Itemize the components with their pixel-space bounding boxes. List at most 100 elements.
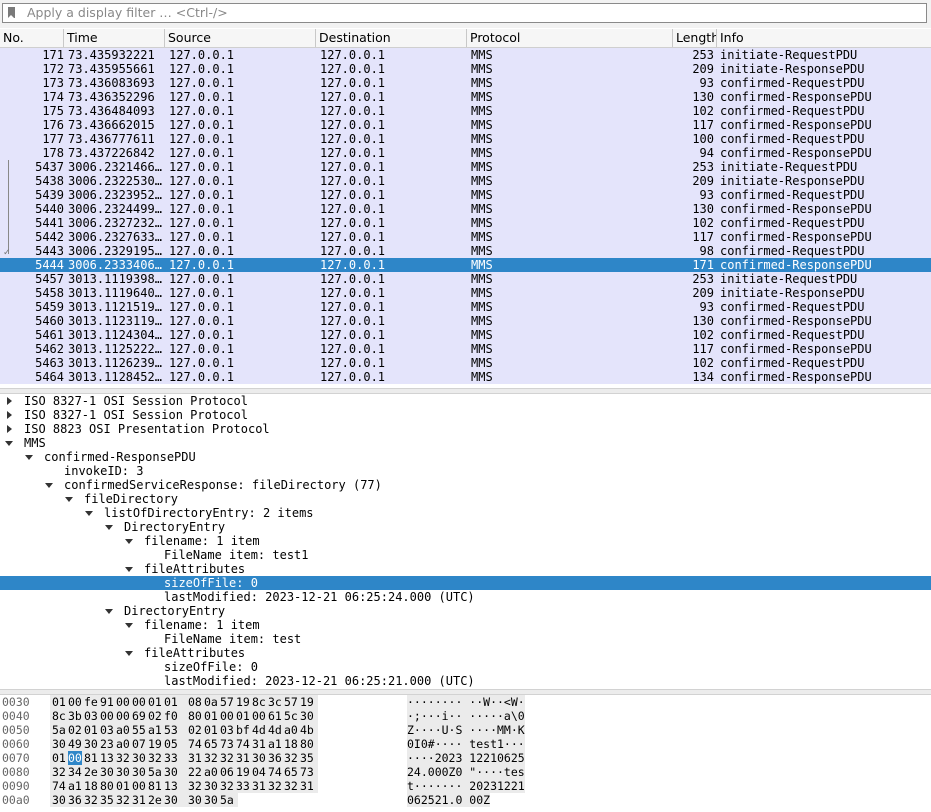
hex-byte[interactable]: 19	[148, 737, 162, 751]
hex-byte[interactable]: 61	[268, 709, 282, 723]
packet-row[interactable]: 5463 3013.1126239… 127.0.0.1 127.0.0.1 MMS 10…	[0, 356, 931, 370]
hex-byte[interactable]: 30	[204, 793, 218, 807]
hex-byte[interactable]: 32	[284, 751, 298, 765]
column-header-protocol[interactable]: Protocol	[467, 29, 673, 47]
expand-arrow-down-icon[interactable]	[124, 562, 134, 576]
hex-byte[interactable]: 03	[84, 709, 98, 723]
hex-byte[interactable]: 32	[52, 765, 66, 779]
tree-item[interactable]: FileName item: test1	[0, 548, 931, 562]
hex-byte[interactable]: a1	[68, 779, 82, 793]
hex-byte[interactable]: 53	[164, 723, 178, 737]
hex-byte[interactable]: 31	[252, 779, 266, 793]
hex-byte[interactable]: 8c	[252, 695, 266, 709]
hex-byte[interactable]: 01	[116, 779, 130, 793]
hex-byte[interactable]: 33	[164, 751, 178, 765]
hex-byte[interactable]: 4d	[268, 723, 282, 737]
tree-item[interactable]: FileName item: test	[0, 632, 931, 646]
packet-row[interactable]: 172 73.435955661 127.0.0.1 127.0.0.1 MMS 209 i…	[0, 62, 931, 76]
hex-byte[interactable]: 30	[100, 765, 114, 779]
packet-row[interactable]: 5443 3006.2329195… 127.0.0.1 127.0.0.1 MMS 98…	[0, 244, 931, 258]
tree-item[interactable]: fileAttributes	[0, 646, 931, 660]
hex-byte[interactable]: 5a	[148, 765, 162, 779]
tree-item[interactable]: listOfDirectoryEntry: 2 items	[0, 506, 931, 520]
hex-byte[interactable]: 36	[268, 751, 282, 765]
packet-row[interactable]: 5460 3013.1123119… 127.0.0.1 127.0.0.1 MMS 13…	[0, 314, 931, 328]
expand-arrow-right-icon[interactable]	[4, 422, 14, 436]
hex-byte[interactable]: 81	[148, 779, 162, 793]
display-filter-input[interactable]: Apply a display filter … <Ctrl-/>	[2, 3, 927, 23]
hex-byte[interactable]: a0	[116, 737, 130, 751]
hex-byte[interactable]: 32	[220, 751, 234, 765]
hex-byte[interactable]: 31	[236, 751, 250, 765]
hex-byte[interactable]: 01	[204, 709, 218, 723]
hex-byte[interactable]: 19	[236, 765, 250, 779]
hex-byte[interactable]: 30	[204, 779, 218, 793]
tree-item[interactable]: lastModified: 2023-12-21 06:25:21.000 (U…	[0, 674, 931, 688]
hex-byte[interactable]: 5c	[284, 709, 298, 723]
hex-byte[interactable]: 80	[300, 737, 314, 751]
expand-arrow-right-icon[interactable]	[4, 394, 14, 408]
column-header-no[interactable]: No.	[0, 29, 64, 47]
bytes-ascii[interactable]: ····2023 12210625	[407, 751, 525, 765]
expand-arrow-down-icon[interactable]	[4, 436, 14, 450]
packet-row[interactable]: 5457 3013.1119398… 127.0.0.1 127.0.0.1 MMS 25…	[0, 272, 931, 286]
hex-byte[interactable]: bf	[236, 723, 250, 737]
hex-byte[interactable]: 18	[284, 737, 298, 751]
tree-item[interactable]: fileAttributes	[0, 562, 931, 576]
tree-item[interactable]: sizeOfFile: 0	[0, 660, 931, 674]
hex-byte[interactable]: 19	[300, 695, 314, 709]
hex-byte[interactable]: 4d	[252, 723, 266, 737]
tree-item[interactable]: DirectoryEntry	[0, 604, 931, 618]
bytes-hex[interactable]: 5a 02 01 03 a0 55 a1 53 02 01 03 bf 4d 4d a0 4b	[50, 723, 318, 737]
hex-byte[interactable]: 3b	[68, 709, 82, 723]
bytes-ascii[interactable]: 24.000Z0 "····tes	[407, 765, 525, 779]
hex-byte[interactable]: a1	[268, 737, 282, 751]
expand-arrow-down-icon[interactable]	[124, 618, 134, 632]
expand-arrow-down-icon[interactable]	[124, 534, 134, 548]
bytes-hex[interactable]: 30 49 30 23 a0 07 19 05 74 65 73 74 31 a1 18 80	[50, 737, 318, 751]
hex-byte[interactable]: 30	[116, 765, 130, 779]
hex-byte[interactable]: 30	[164, 793, 178, 807]
bytes-ascii[interactable]: ········ ··W··<W·	[407, 695, 525, 709]
hex-byte[interactable]: 32	[268, 779, 282, 793]
bytes-hex[interactable]: 01 00 fe 91 00 00 01 01 08 0a 57 19 8c 3c 57 19	[50, 695, 318, 709]
tree-item[interactable]: ISO 8823 OSI Presentation Protocol	[0, 422, 931, 436]
hex-byte[interactable]: 30	[84, 737, 98, 751]
bytes-hex[interactable]: 74 a1 18 80 01 00 81 13 32 30 32 33 31 32 32 31	[50, 779, 318, 793]
tree-item[interactable]: filename: 1 item	[0, 618, 931, 632]
hex-byte[interactable]: a1	[148, 723, 162, 737]
expand-arrow-down-icon[interactable]	[24, 450, 34, 464]
packet-row[interactable]: 5438 3006.2322530… 127.0.0.1 127.0.0.1 MMS 20…	[0, 174, 931, 188]
hex-byte[interactable]: 01	[52, 695, 66, 709]
column-header-destination[interactable]: Destination	[316, 29, 467, 47]
hex-byte[interactable]: 13	[164, 779, 178, 793]
hex-byte[interactable]: 05	[164, 737, 178, 751]
column-header-length[interactable]: Length	[673, 29, 717, 47]
hex-byte[interactable]: 02	[68, 723, 82, 737]
hex-byte[interactable]: 32	[188, 779, 202, 793]
hex-byte[interactable]: 30	[132, 765, 146, 779]
hex-byte[interactable]: 02	[148, 709, 162, 723]
hex-byte[interactable]: 91	[100, 695, 114, 709]
hex-byte[interactable]: 00	[220, 709, 234, 723]
hex-byte[interactable]: 31	[300, 779, 314, 793]
hex-byte[interactable]: 8c	[52, 709, 66, 723]
expand-arrow-down-icon[interactable]	[64, 492, 74, 506]
packet-row[interactable]: 5441 3006.2327232… 127.0.0.1 127.0.0.1 MMS 10…	[0, 216, 931, 230]
hex-byte[interactable]: 01	[204, 723, 218, 737]
tree-item[interactable]: DirectoryEntry	[0, 520, 931, 534]
hex-byte[interactable]: 35	[300, 751, 314, 765]
hex-byte[interactable]: 32	[148, 751, 162, 765]
packet-row[interactable]: 5462 3013.1125222… 127.0.0.1 127.0.0.1 MMS 11…	[0, 342, 931, 356]
hex-byte[interactable]: 30	[252, 751, 266, 765]
hex-byte[interactable]: 74	[268, 765, 282, 779]
packet-list[interactable]: No. Time Source Destination Protocol Len…	[0, 29, 931, 388]
packet-row[interactable]: 5458 3013.1119640… 127.0.0.1 127.0.0.1 MMS 20…	[0, 286, 931, 300]
tree-item[interactable]: invokeID: 3	[0, 464, 931, 478]
bytes-ascii[interactable]: 0I0#···· test1···	[407, 737, 525, 751]
hex-byte[interactable]: 30	[52, 793, 66, 807]
hex-byte[interactable]: 31	[252, 737, 266, 751]
hex-byte[interactable]: 30	[188, 793, 202, 807]
packet-row[interactable]: 5437 3006.2321466… 127.0.0.1 127.0.0.1 MMS 25…	[0, 160, 931, 174]
hex-byte[interactable]: 03	[100, 723, 114, 737]
